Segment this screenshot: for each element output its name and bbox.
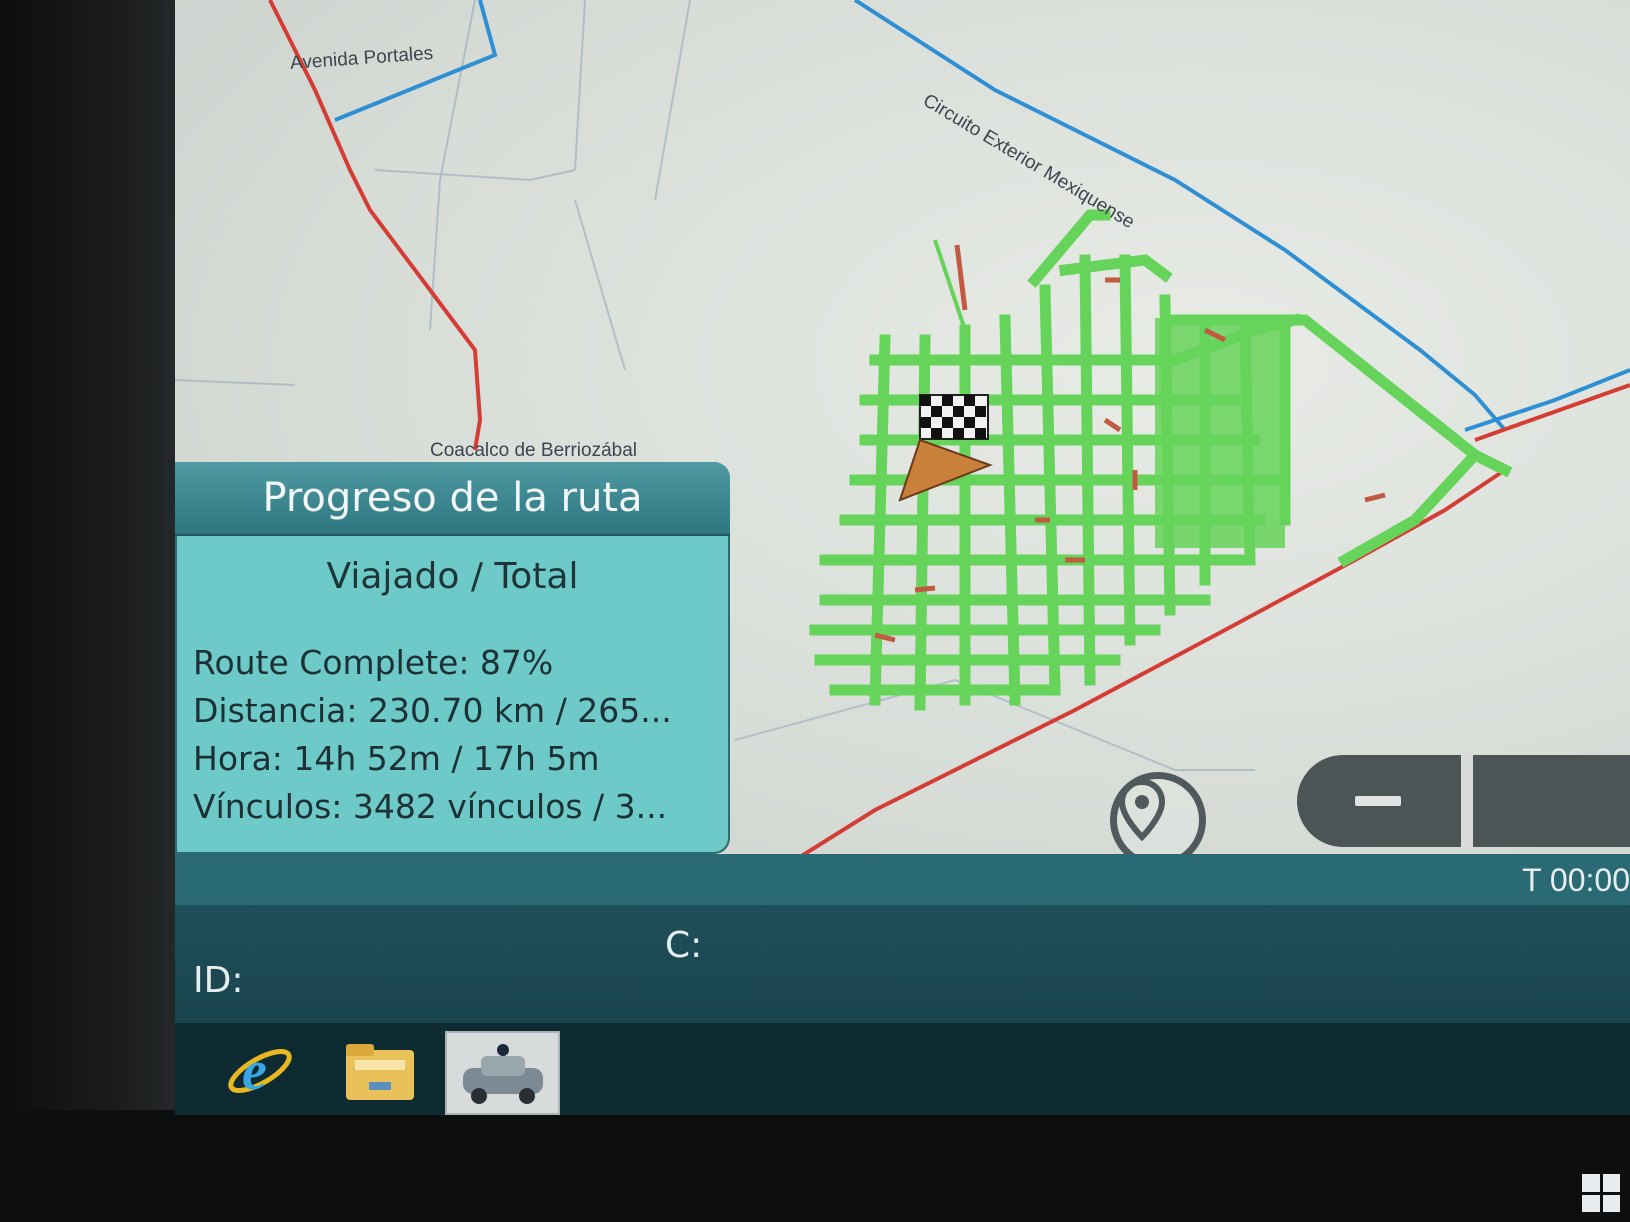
panel-subtitle: Viajado / Total	[326, 556, 579, 597]
status-bar: C: ID:	[175, 905, 1630, 1023]
c-label: C:	[665, 925, 703, 966]
park-area	[1155, 318, 1285, 548]
device-bezel-bottom	[0, 1110, 1630, 1222]
timer-label: T 00:00	[1522, 862, 1630, 898]
internet-explorer-icon[interactable]: e	[220, 1035, 300, 1107]
screen: Avenida Portales Circuito Exterior Mexiq…	[175, 0, 1630, 1115]
map-view[interactable]: Avenida Portales Circuito Exterior Mexiq…	[175, 0, 1630, 905]
windows-logo-icon[interactable]	[1582, 1174, 1620, 1212]
svg-text:e: e	[242, 1040, 267, 1102]
device-bezel	[0, 0, 175, 1222]
file-explorer-icon[interactable]	[340, 1035, 420, 1107]
taskbar: e	[175, 1023, 1630, 1115]
zoom-separator	[1461, 755, 1473, 847]
id-label: ID:	[193, 960, 244, 1001]
map-bottom-strip: T 00:00	[175, 854, 1630, 905]
route-complete-text: Route Complete: 87%	[193, 643, 554, 682]
zoom-out-button[interactable]	[1297, 755, 1459, 847]
links-text: Vínculos: 3482 vínculos / 3...	[193, 787, 668, 826]
mapping-app-icon[interactable]	[445, 1031, 560, 1115]
progress-stats: Route Complete: 87% Distancia: 230.70 km…	[193, 639, 730, 831]
distance-text: Distancia: 230.70 km / 265...	[193, 691, 672, 730]
map-label-coacalco: Coacalco de Berriozábal	[430, 440, 638, 461]
time-text: Hora: 14h 52m / 17h 5m	[193, 739, 600, 778]
zoom-controls	[1297, 755, 1630, 847]
zoom-in-button[interactable]	[1473, 755, 1630, 847]
destination-flag-icon	[919, 394, 989, 440]
location-pin-icon	[1118, 779, 1166, 841]
minus-icon	[1355, 796, 1401, 806]
panel-title: Progreso de la ruta	[175, 462, 730, 536]
vehicle-position-icon	[898, 438, 993, 502]
route-progress-panel: Progreso de la ruta Viajado / Total Rout…	[175, 462, 730, 854]
